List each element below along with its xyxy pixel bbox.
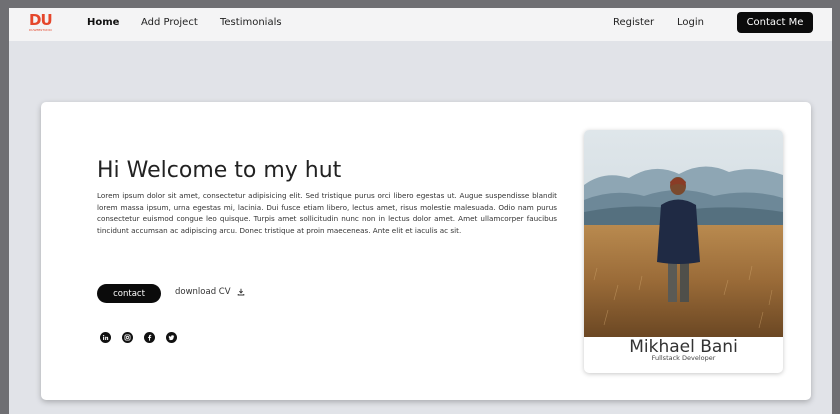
social-links xyxy=(100,332,177,343)
hero-paragraph: Lorem ipsum dolor sit amet, consectetur … xyxy=(97,191,557,235)
profile-card: Mikhael Bani Fullstack Developer xyxy=(584,130,783,373)
contact-button[interactable]: contact xyxy=(97,284,161,303)
nav-login[interactable]: Login xyxy=(677,17,704,28)
logo-subtitle: DUWEBSTUDIO xyxy=(29,28,52,32)
profile-role: Fullstack Developer xyxy=(651,354,716,362)
profile-photo xyxy=(584,130,783,337)
nav-testimonials[interactable]: Testimonials xyxy=(220,17,282,28)
download-cv-label: download CV xyxy=(175,287,231,297)
hero-title: Hi Welcome to my hut xyxy=(97,158,342,183)
navbar: DU DUWEBSTUDIO Home Add Project Testimon… xyxy=(9,8,832,41)
brand-logo[interactable]: DU DUWEBSTUDIO xyxy=(29,13,59,35)
nav-register[interactable]: Register xyxy=(613,17,654,28)
page-viewport: DU DUWEBSTUDIO Home Add Project Testimon… xyxy=(9,8,832,414)
instagram-icon[interactable] xyxy=(122,332,133,343)
contact-me-button[interactable]: Contact Me xyxy=(737,12,813,33)
facebook-icon[interactable] xyxy=(144,332,155,343)
download-cv-link[interactable]: download CV xyxy=(175,287,245,297)
twitter-icon[interactable] xyxy=(166,332,177,343)
logo-letters: DU xyxy=(29,11,53,29)
linkedin-icon[interactable] xyxy=(100,332,111,343)
nav-home[interactable]: Home xyxy=(87,17,119,28)
nav-add-project[interactable]: Add Project xyxy=(141,17,198,28)
download-icon xyxy=(237,288,244,296)
hero-card: Hi Welcome to my hut Lorem ipsum dolor s… xyxy=(41,102,811,400)
